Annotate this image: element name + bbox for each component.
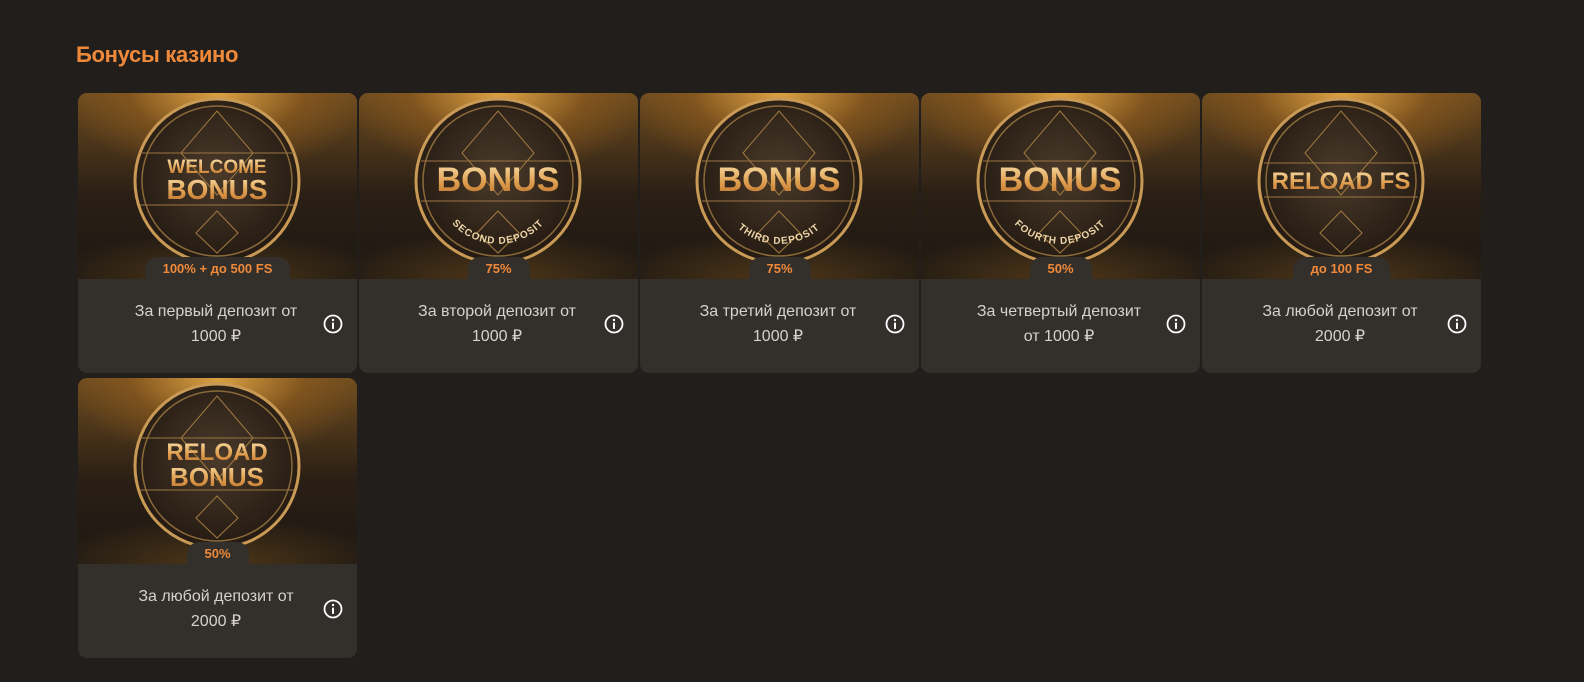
- desc-line1: За первый депозит от: [134, 303, 298, 320]
- bonus-percent-tab: 100% + до 500 FS: [144, 257, 291, 279]
- coin-badge-icon: RELOAD BONUS: [133, 382, 301, 550]
- bonus-banner: RELOAD FS: [1202, 93, 1481, 279]
- info-icon[interactable]: [604, 314, 624, 334]
- desc-line1: За третий депозит от: [699, 303, 857, 320]
- desc-line1: За четвертый депозит: [976, 303, 1142, 320]
- bonus-description: За третий депозит от 1000 ₽: [668, 299, 888, 349]
- bonus-card[interactable]: RELOAD BONUS 50% За любой депозит от 200…: [78, 378, 357, 658]
- info-icon[interactable]: [323, 599, 343, 619]
- bonus-description: За второй депозит от 1000 ₽: [387, 299, 607, 349]
- bonus-percent-tab: 50%: [1029, 257, 1092, 279]
- info-icon[interactable]: [885, 314, 905, 334]
- info-icon[interactable]: [1166, 314, 1186, 334]
- bonus-banner: WELCOME BONUS: [78, 93, 357, 279]
- bonus-description: За любой депозит от 2000 ₽: [106, 584, 326, 634]
- bonus-card[interactable]: BONUS SECOND DEPOSIT 75% За второй депоз…: [359, 93, 638, 373]
- desc-line1: За второй депозит от: [418, 303, 576, 320]
- desc-line2: от 1000 ₽: [1023, 328, 1095, 345]
- bonus-description: За любой депозит от 2000 ₽: [1230, 299, 1450, 349]
- bonus-card[interactable]: RELOAD FS до 100 FS За любой депозит от …: [1202, 93, 1481, 373]
- badge-line2: BONUS: [999, 161, 1122, 199]
- coin-badge-icon: BONUS FOURTH DEPOSIT: [976, 97, 1144, 265]
- desc-line2: 2000 ₽: [1314, 328, 1366, 345]
- bonus-banner: BONUS THIRD DEPOSIT: [640, 93, 919, 279]
- desc-line2: 2000 ₽: [190, 613, 242, 630]
- bonus-percent-tab: до 100 FS: [1292, 257, 1391, 279]
- badge-line2: BONUS: [166, 174, 267, 205]
- bonus-percent-tab: 50%: [186, 542, 249, 564]
- bonus-banner: RELOAD BONUS: [78, 378, 357, 564]
- desc-line2: 1000 ₽: [471, 328, 523, 345]
- coin-badge-icon: BONUS SECOND DEPOSIT: [414, 97, 582, 265]
- section-title: Бонусы казино: [76, 42, 239, 67]
- bonus-description: За четвертый депозит от 1000 ₽: [949, 299, 1169, 349]
- badge-line2: RELOAD FS: [1272, 168, 1411, 195]
- bonus-description: За первый депозит от 1000 ₽: [106, 299, 326, 349]
- bonus-banner: BONUS SECOND DEPOSIT: [359, 93, 638, 279]
- coin-badge-icon: RELOAD FS: [1257, 97, 1425, 265]
- badge-line2: BONUS: [718, 161, 841, 199]
- bonus-percent-tab: 75%: [467, 257, 530, 279]
- bonus-card[interactable]: BONUS THIRD DEPOSIT 75% За третий депози…: [640, 93, 919, 373]
- desc-line1: За любой депозит от: [138, 588, 294, 605]
- desc-line1: За любой депозит от: [1262, 303, 1418, 320]
- bonus-banner: BONUS FOURTH DEPOSIT: [921, 93, 1200, 279]
- desc-line2: 1000 ₽: [752, 328, 804, 345]
- coin-badge-icon: BONUS THIRD DEPOSIT: [695, 97, 863, 265]
- badge-line2: BONUS: [170, 462, 264, 492]
- badge-line2: BONUS: [437, 161, 560, 199]
- info-icon[interactable]: [1447, 314, 1467, 334]
- desc-line2: 1000 ₽: [190, 328, 242, 345]
- coin-badge-icon: WELCOME BONUS: [133, 97, 301, 265]
- bonus-percent-tab: 75%: [748, 257, 811, 279]
- bonus-card[interactable]: BONUS FOURTH DEPOSIT 50% За четвертый де…: [921, 93, 1200, 373]
- bonus-card[interactable]: WELCOME BONUS 100% + до 500 FS За первый…: [78, 93, 357, 373]
- info-icon[interactable]: [323, 314, 343, 334]
